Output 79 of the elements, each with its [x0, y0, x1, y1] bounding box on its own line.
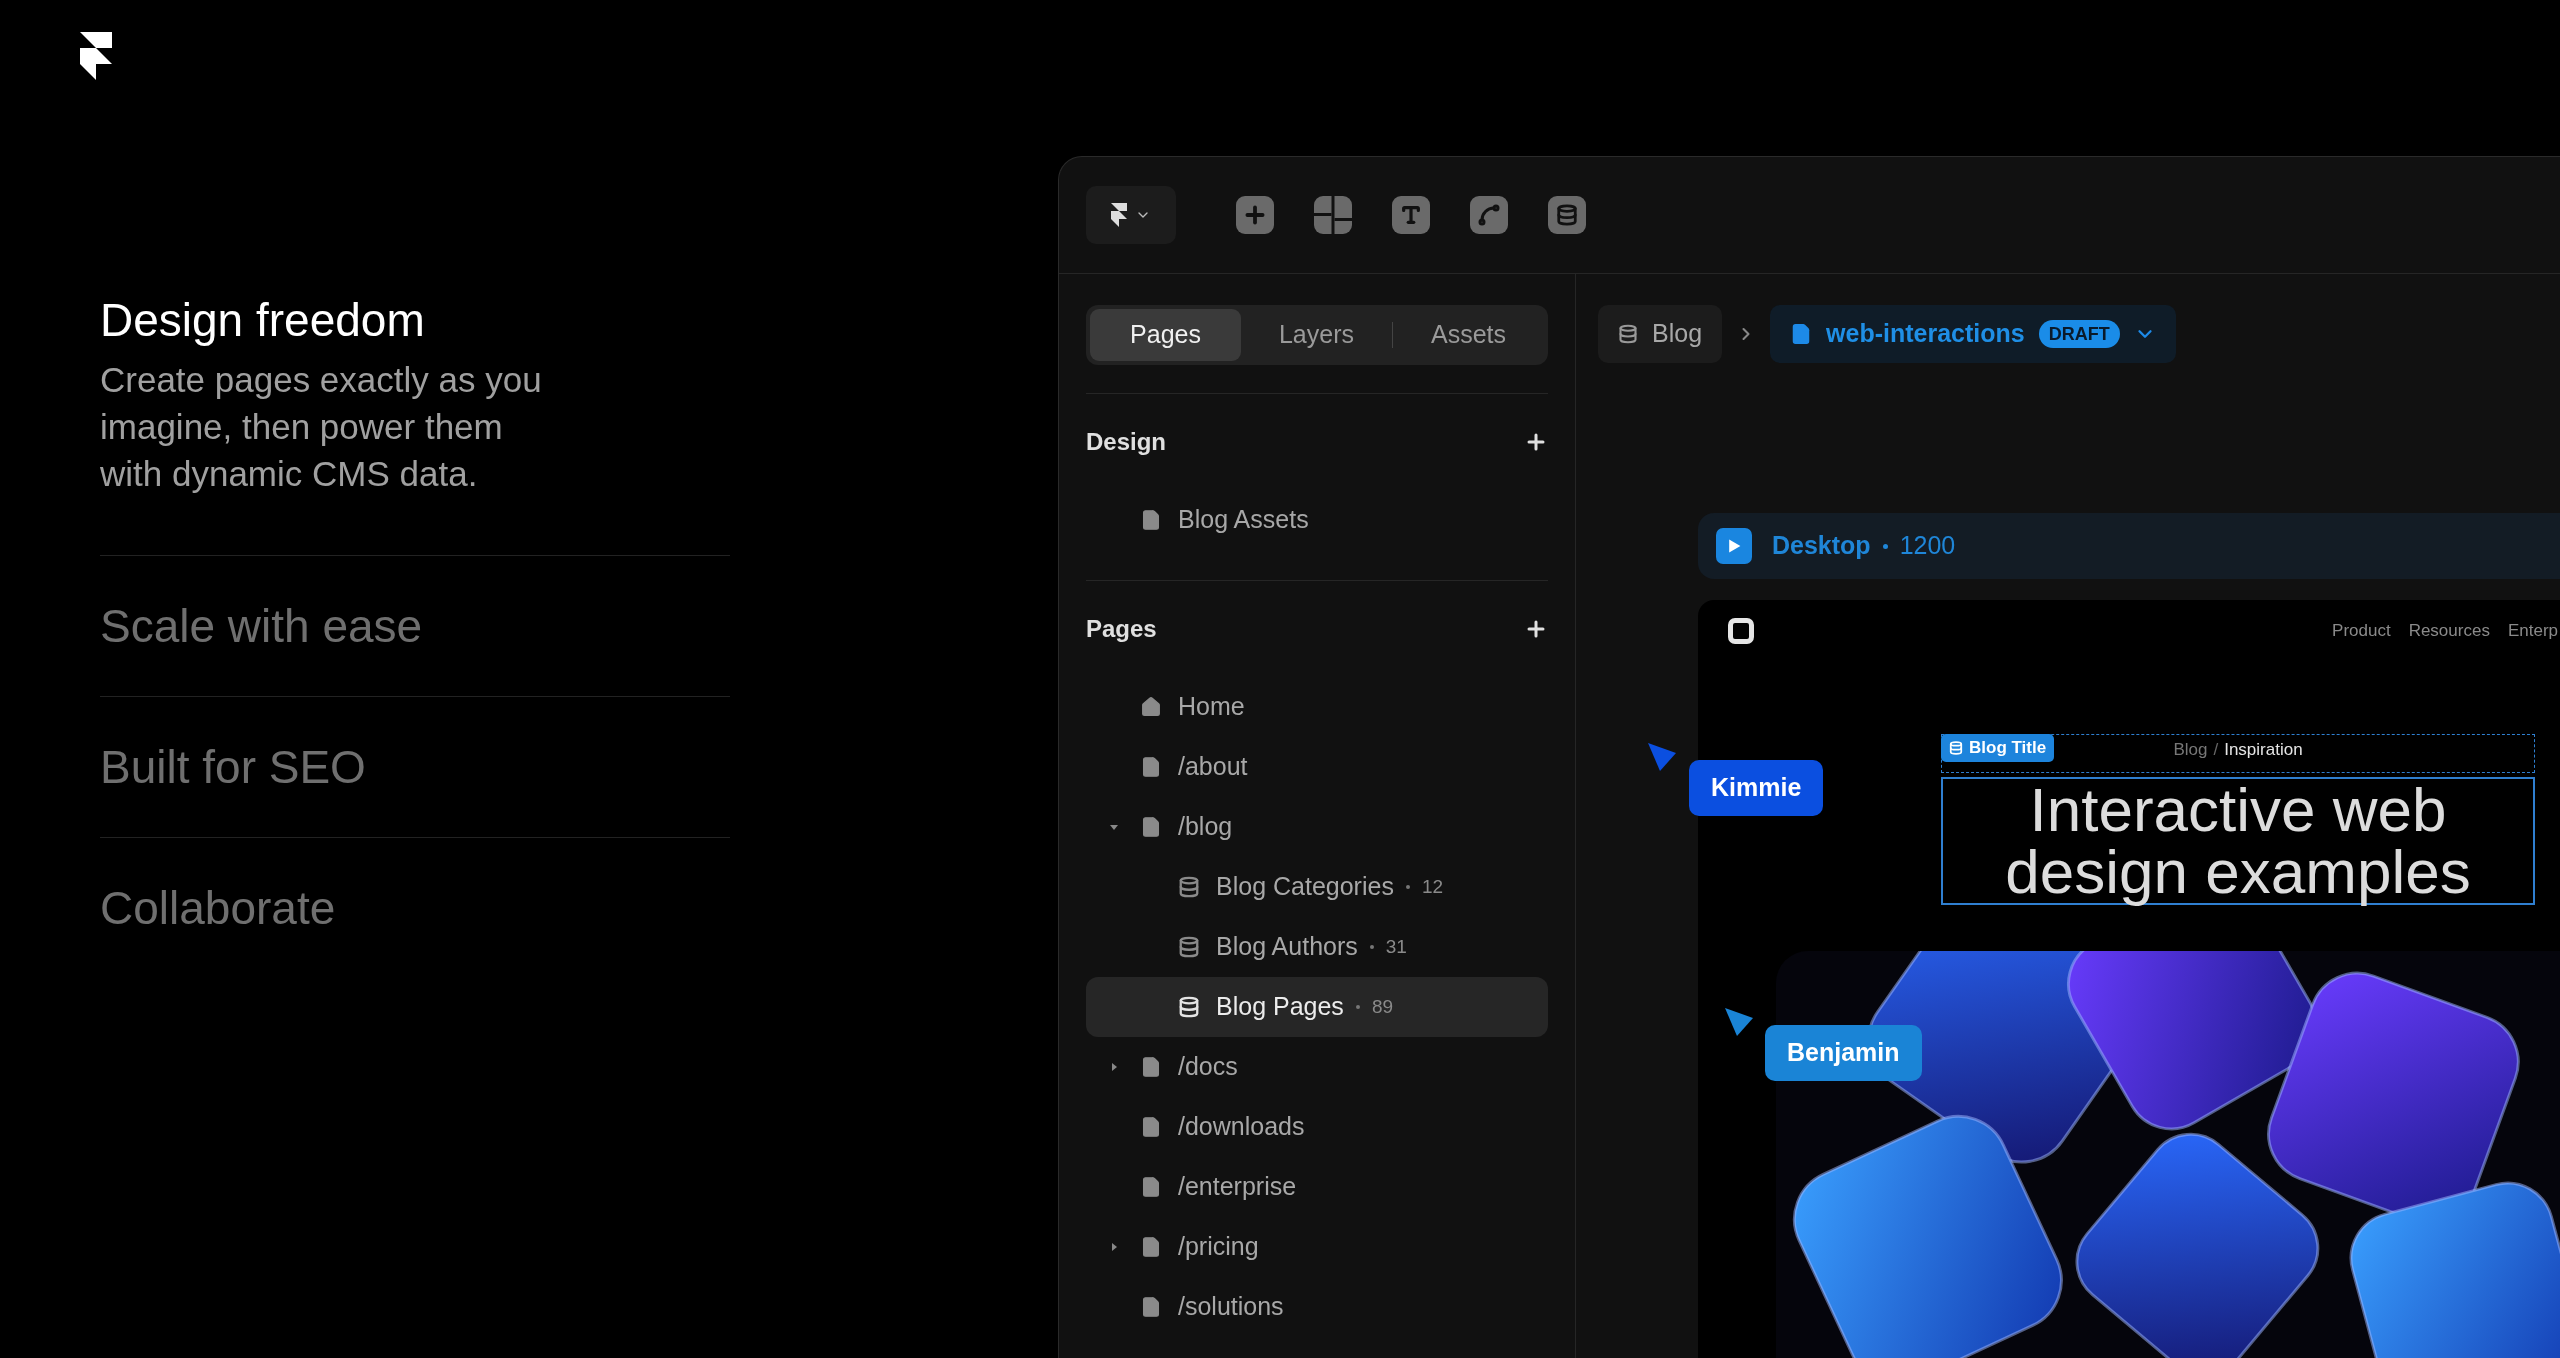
page-label: /about [1178, 751, 1248, 783]
item-count: 89 [1371, 994, 1393, 1019]
breakpoint-bar[interactable]: Desktop 1200 [1698, 513, 2560, 579]
page-row[interactable]: /pricing [1086, 1217, 1548, 1277]
breakpoint-width: 1200 [1899, 530, 1956, 562]
database-icon [1178, 996, 1200, 1018]
page-row[interactable]: /solutions [1086, 1277, 1548, 1337]
page-name: web-interactions [1826, 318, 2025, 350]
current-page-button[interactable]: web-interactions DRAFT [1770, 305, 2176, 363]
page-icon [1140, 509, 1162, 531]
home-icon [1140, 696, 1162, 718]
page-icon [1140, 1176, 1162, 1198]
nav-link[interactable]: Enterp [2507, 618, 2558, 644]
logo-icon [1111, 203, 1127, 227]
page-row[interactable]: Home [1086, 677, 1548, 737]
page-label: Home [1178, 691, 1245, 723]
caret-right-icon[interactable] [1109, 1062, 1119, 1072]
page-icon [1140, 1296, 1162, 1318]
page-row[interactable]: /docs [1086, 1037, 1548, 1097]
item-count: 12 [1421, 874, 1444, 899]
page-row[interactable]: Blog Categories 12 [1086, 857, 1548, 917]
nav-link[interactable]: Resources [2408, 618, 2490, 644]
path-separator: / [2213, 738, 2219, 761]
section-title: Pages [1086, 614, 1157, 644]
field-label: Blog Title [1969, 737, 2047, 760]
sidebar-tab[interactable]: Layers [1241, 309, 1392, 361]
page-row[interactable]: Blog Authors 31 [1086, 917, 1548, 977]
page-icon [1140, 816, 1162, 838]
page-label: /downloads [1178, 1111, 1305, 1143]
path-item: Inspiration [2224, 738, 2303, 761]
sidebar-tab[interactable]: Assets [1393, 309, 1544, 361]
section-title: Design [1086, 427, 1166, 457]
page-row[interactable]: /blog [1086, 797, 1548, 857]
path-item: Blog [2173, 738, 2208, 761]
page-icon [1140, 1236, 1162, 1258]
logo-menu-button[interactable] [1086, 186, 1176, 244]
database-icon [1178, 936, 1200, 958]
page-label: Blog Authors [1216, 931, 1358, 963]
page-icon [1140, 1056, 1162, 1078]
breakpoint-name: Desktop [1772, 530, 1871, 562]
play-icon [1716, 528, 1752, 564]
database-icon [1618, 324, 1638, 344]
site-logo-icon [1728, 618, 1754, 644]
page-icon [1140, 756, 1162, 778]
feature-title[interactable]: Scale with ease [100, 598, 730, 654]
page-label: /docs [1178, 1051, 1238, 1083]
draft-badge: DRAFT [2038, 320, 2120, 348]
feature-description: Create pages exactly as you imagine, then power them with dynamic CMS data. [100, 359, 543, 495]
page-icon [1140, 1116, 1162, 1138]
link-icon[interactable] [1470, 196, 1508, 234]
database-icon [1178, 876, 1200, 898]
page-row[interactable]: /downloads [1086, 1097, 1548, 1157]
sidebar-tab[interactable]: Pages [1090, 309, 1241, 361]
feature-title[interactable]: Built for SEO [100, 739, 730, 795]
cursor-label: Kimmie [1689, 760, 1824, 816]
caret-right-icon[interactable] [1109, 1242, 1119, 1252]
page-row[interactable]: Blog Assets [1086, 490, 1548, 550]
page-label: /enterprise [1178, 1171, 1297, 1203]
page-row[interactable]: Blog Pages 89 [1086, 977, 1548, 1037]
layout-icon[interactable] [1314, 196, 1352, 234]
page-label: /pricing [1178, 1231, 1259, 1263]
item-count: 31 [1385, 934, 1407, 959]
page-row[interactable]: /enterprise [1086, 1157, 1548, 1217]
breadcrumb-parent[interactable]: Blog [1598, 305, 1723, 363]
feature-title[interactable]: Collaborate [100, 880, 730, 936]
logo-icon [80, 32, 112, 80]
cursor-label: Benjamin [1765, 1025, 1922, 1081]
page-label: /blog [1178, 811, 1233, 843]
feature-title[interactable]: Design freedom [100, 292, 730, 348]
page-label: /solutions [1178, 1291, 1284, 1323]
database-icon [1949, 741, 1963, 755]
page-label: Blog Categories [1216, 871, 1394, 903]
page-row[interactable]: /about [1086, 737, 1548, 797]
text-icon[interactable] [1392, 196, 1430, 234]
page-label: Blog Assets [1178, 504, 1309, 536]
database-icon[interactable] [1548, 196, 1586, 234]
caret-down-icon[interactable] [1109, 822, 1119, 832]
nav-link[interactable]: Product [2332, 618, 2391, 644]
page-label: Blog Pages [1216, 991, 1344, 1023]
